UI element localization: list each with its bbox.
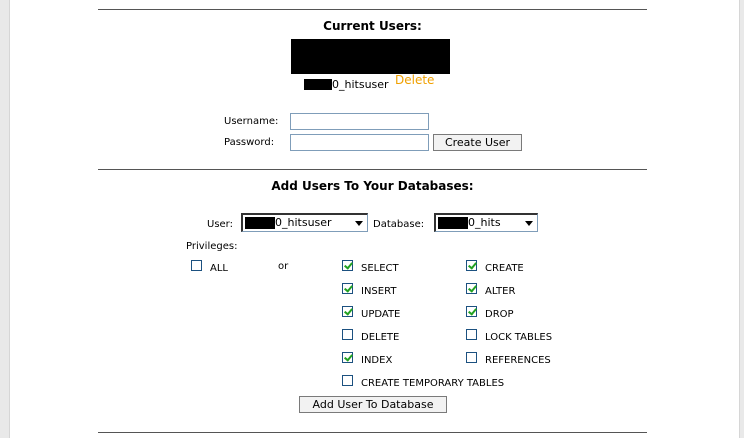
current-users-title: Current Users: — [323, 19, 422, 33]
create-user-button[interactable]: Create User — [433, 134, 522, 151]
checkbox-all[interactable] — [191, 260, 202, 271]
check-icon — [344, 260, 353, 270]
left-page-margin — [0, 0, 10, 438]
redacted-prefix — [304, 79, 332, 90]
right-page-margin — [739, 0, 744, 438]
checkbox-create[interactable] — [466, 260, 477, 271]
checkbox-create-temporary-tables-label: CREATE TEMPORARY TABLES — [361, 378, 505, 389]
redacted-user-prefix — [245, 217, 275, 229]
checkbox-index[interactable] — [342, 352, 353, 363]
check-icon — [468, 260, 477, 270]
or-label: or — [278, 261, 289, 272]
delete-user-link[interactable]: Delete — [395, 73, 434, 87]
chevron-down-icon — [525, 221, 533, 226]
checkbox-create-temporary-tables[interactable] — [342, 375, 353, 386]
database-select-label: Database: — [373, 219, 425, 230]
user-select-value: 0_hitsuser — [275, 216, 332, 229]
checkbox-update-label: UPDATE — [361, 309, 401, 320]
checkbox-lock-tables[interactable] — [466, 329, 477, 340]
privileges-label: Privileges: — [186, 241, 238, 252]
checkbox-alter-label: ALTER — [485, 286, 516, 297]
checkbox-references-label: REFERENCES — [485, 355, 551, 366]
database-select-value: 0_hits — [468, 216, 501, 229]
checkbox-create-label: CREATE — [485, 263, 524, 274]
username-label: Username: — [224, 116, 279, 127]
current-user-name: 0_hitsuser — [332, 78, 389, 91]
check-icon — [344, 306, 353, 316]
user-select-label: User: — [207, 219, 233, 230]
database-select[interactable]: 0_hits — [434, 213, 538, 232]
checkbox-lock-tables-label: LOCK TABLES — [485, 332, 553, 343]
check-icon — [344, 283, 353, 293]
password-input[interactable] — [290, 134, 429, 151]
add-user-to-database-button[interactable]: Add User To Database — [299, 396, 447, 413]
user-select[interactable]: 0_hitsuser — [241, 213, 368, 232]
top-divider — [98, 9, 647, 10]
checkbox-insert-label: INSERT — [361, 286, 397, 297]
redacted-block — [291, 39, 450, 74]
checkbox-references[interactable] — [466, 352, 477, 363]
checkbox-select-label: SELECT — [361, 263, 399, 274]
checkbox-select[interactable] — [342, 260, 353, 271]
password-label: Password: — [224, 137, 275, 148]
checkbox-all-label: ALL — [210, 263, 228, 274]
chevron-down-icon — [355, 221, 363, 226]
checkbox-drop-label: DROP — [485, 309, 514, 320]
redacted-db-prefix — [438, 217, 468, 229]
username-input[interactable] — [290, 113, 429, 130]
checkbox-delete[interactable] — [342, 329, 353, 340]
bottom-divider — [98, 432, 647, 433]
add-users-title: Add Users To Your Databases: — [271, 179, 474, 193]
checkbox-insert[interactable] — [342, 283, 353, 294]
check-icon — [344, 352, 353, 362]
checkbox-delete-label: DELETE — [361, 332, 400, 343]
checkbox-index-label: INDEX — [361, 355, 393, 366]
checkbox-alter[interactable] — [466, 283, 477, 294]
check-icon — [468, 283, 477, 293]
checkbox-update[interactable] — [342, 306, 353, 317]
check-icon — [468, 306, 477, 316]
checkbox-drop[interactable] — [466, 306, 477, 317]
middle-divider — [98, 169, 647, 170]
